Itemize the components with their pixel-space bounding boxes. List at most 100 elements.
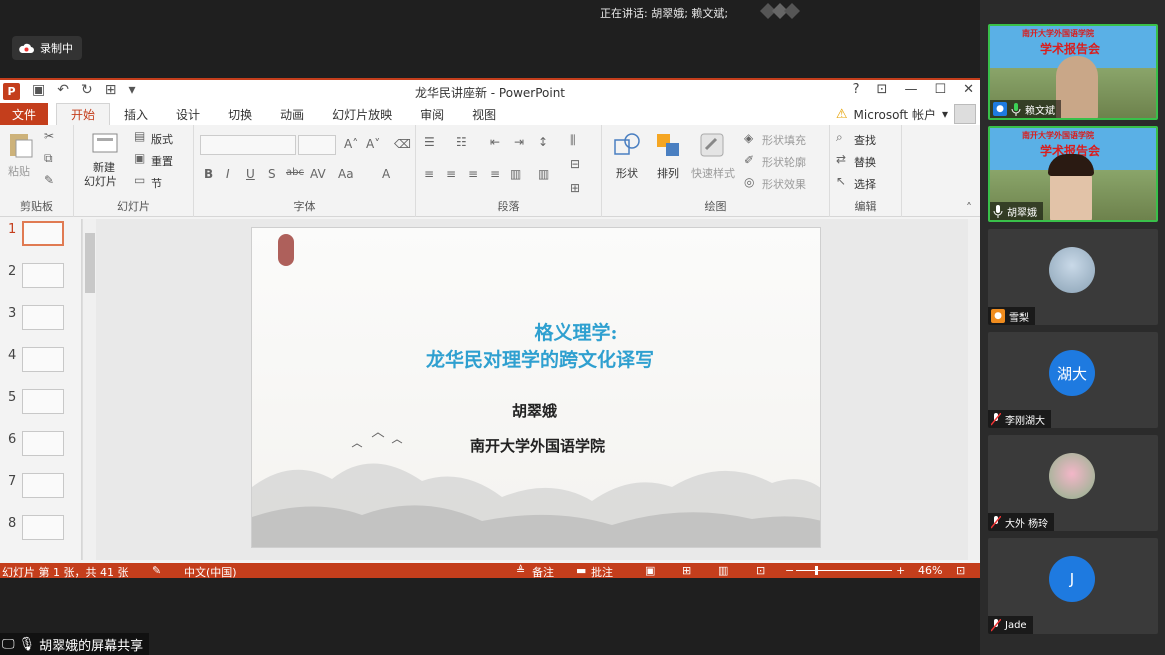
reading-view-icon[interactable]: ▥ [718,564,728,577]
help-icon[interactable]: ? [853,82,860,97]
align-center-icon[interactable]: ≡ [446,167,456,181]
numbering-icon[interactable]: ☷ [456,135,467,149]
spell-check-icon[interactable]: ✎ [152,564,161,577]
layout-button[interactable]: 版式 [151,131,173,147]
paste-icon[interactable] [6,131,36,159]
quick-styles-icon[interactable] [698,131,728,159]
shape-effects-button[interactable]: 形状效果 [762,176,806,192]
avatar[interactable] [954,104,976,124]
text-direction-icon[interactable]: ⫼ [570,133,576,148]
slide-scrollbar[interactable] [968,219,980,560]
thumbnail-slide[interactable]: 6 [0,429,82,467]
minimize-icon[interactable]: — [904,82,917,97]
tab-file[interactable]: 文件 [0,103,49,125]
change-case-icon[interactable]: Aa [338,167,354,181]
thumbnail-slide[interactable]: 7 [0,471,82,509]
thumbnails-scrollbar[interactable] [82,219,96,560]
shrink-font-icon[interactable]: A˅ [366,137,380,151]
language-indicator[interactable]: 中文(中国) [184,564,237,578]
paste-button[interactable]: 粘贴 [8,163,30,179]
ribbon-display-icon[interactable]: ⊡ [877,82,888,97]
underline-icon[interactable]: U [246,167,255,181]
tab-insert[interactable]: 插入 [110,103,162,125]
new-slide-icon[interactable] [90,129,120,157]
zoom-slider[interactable] [796,570,892,571]
quick-styles-button[interactable]: 快速样式 [691,165,735,181]
thumbnail-slide[interactable]: 1 [0,219,82,257]
tab-slideshow[interactable]: 幻灯片放映 [318,103,406,125]
align-text-icon[interactable]: ⊟ [570,157,580,171]
bullets-icon[interactable]: ☰ [424,135,435,149]
justify-icon[interactable]: ≡ [490,167,500,181]
shapes-icon[interactable] [612,131,642,159]
cut-icon[interactable]: ✂ [44,129,54,143]
find-button[interactable]: 查找 [854,132,876,148]
shadow-icon[interactable]: S [268,167,276,181]
tab-view[interactable]: 视图 [458,103,510,125]
align-left-icon[interactable]: ≡ [424,167,434,181]
account-area[interactable]: ⚠ Microsoft 帐户 ▾ [836,103,976,125]
shape-fill-button[interactable]: 形状填充 [762,132,806,148]
reset-button[interactable]: 重置 [151,153,173,169]
clear-format-icon[interactable]: ⌫ [394,137,411,151]
thumbnail-slide[interactable]: 3 [0,303,82,341]
bold-icon[interactable]: B [204,167,213,181]
thumbnail-slide[interactable]: 8 [0,513,82,551]
tab-review[interactable]: 审阅 [406,103,458,125]
arrange-button[interactable]: 排列 [657,165,679,181]
line-spacing-icon[interactable]: ↕ [538,135,548,149]
participant-tile[interactable]: J Jade [988,538,1158,634]
normal-view-icon[interactable]: ▣ [645,564,655,577]
thumbnail-slide[interactable]: 4 [0,345,82,383]
font-name-select[interactable] [200,135,296,155]
increase-indent-icon[interactable]: ⇥ [514,135,524,149]
thumbnail-slide[interactable]: 2 [0,261,82,299]
participant-tile[interactable]: 南开大学外国语学院 学术报告会 胡翠娥 [988,126,1158,222]
notes-button[interactable]: 备注 [532,564,554,578]
tab-animations[interactable]: 动画 [266,103,318,125]
collapse-ribbon-icon[interactable]: ˄ [966,201,972,215]
tab-home[interactable]: 开始 [56,103,111,125]
recording-indicator[interactable]: 录制中 [12,36,82,60]
format-painter-icon[interactable]: ✎ [44,173,54,187]
section-button[interactable]: 节 [151,175,162,191]
font-color-icon[interactable]: A [382,167,390,181]
slide-title-line1[interactable]: 格义理学: [332,318,820,345]
participant-tile[interactable]: 湖大 李刚湖大 [988,332,1158,428]
participant-tile[interactable]: 大外 杨玲 [988,435,1158,531]
zoom-out-icon[interactable]: − [785,564,794,577]
slide-title-line2[interactable]: 龙华民对理学的跨文化译写 [260,345,820,372]
replace-button[interactable]: 替换 [854,154,876,170]
shapes-button[interactable]: 形状 [616,165,638,181]
zoom-in-icon[interactable]: + [896,564,905,577]
tab-transitions[interactable]: 切换 [214,103,266,125]
fit-slide-icon[interactable]: ⊡ [956,564,965,577]
copy-icon[interactable]: ⧉ [44,151,53,166]
comments-button[interactable]: 批注 [591,564,613,578]
shape-outline-button[interactable]: 形状轮廓 [762,154,806,170]
new-slide-button-2[interactable]: 幻灯片 [84,173,117,189]
zoom-slider-thumb[interactable] [815,566,818,575]
zoom-level[interactable]: 46% [918,564,942,577]
participant-tile[interactable]: ● 雪梨 [988,229,1158,325]
distributed-icon[interactable]: ▥ [510,167,521,181]
slide-canvas[interactable]: 格义理学: 龙华民对理学的跨文化译写 胡翠娥 南开大学外国语学院 [251,227,821,548]
decrease-indent-icon[interactable]: ⇤ [490,135,500,149]
align-right-icon[interactable]: ≡ [468,167,478,181]
slideshow-view-icon[interactable]: ⊡ [756,564,765,577]
font-size-select[interactable] [298,135,336,155]
columns-icon[interactable]: ▥ [538,167,549,181]
select-button[interactable]: 选择 [854,176,876,192]
close-icon[interactable]: ✕ [963,82,974,97]
char-spacing-icon[interactable]: AV [310,167,326,181]
thumbnail-slide[interactable]: 5 [0,387,82,425]
smartart-icon[interactable]: ⊞ [570,181,580,195]
participant-tile[interactable]: 南开大学外国语学院 学术报告会 ● 赖文斌 [988,24,1158,120]
arrange-icon[interactable] [654,131,684,159]
strikethrough-icon[interactable]: abc [286,167,304,178]
grow-font-icon[interactable]: A˄ [344,137,358,151]
maximize-icon[interactable]: ☐ [934,82,946,97]
tab-design[interactable]: 设计 [162,103,214,125]
scrollbar-thumb[interactable] [85,233,95,293]
sorter-view-icon[interactable]: ⊞ [682,564,691,577]
